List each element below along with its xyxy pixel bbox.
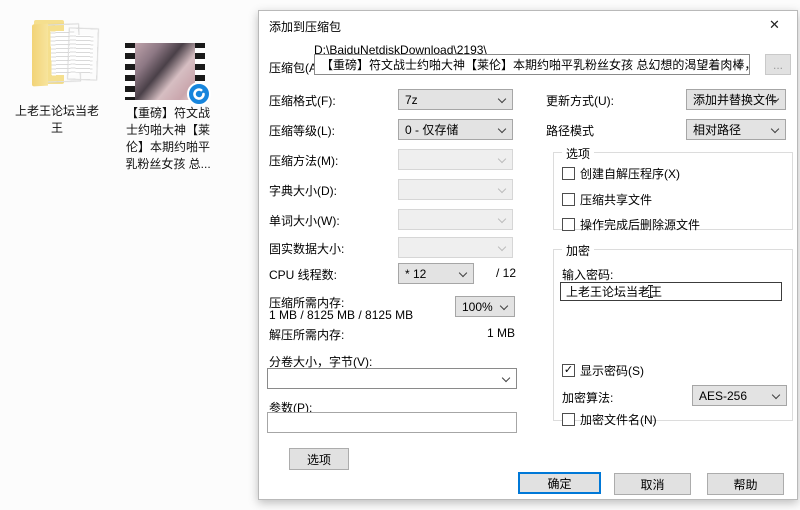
ellipsis-icon: ... — [772, 57, 783, 72]
checkbox-shared-files[interactable]: 压缩共享文件 — [562, 191, 652, 208]
chevron-down-icon — [771, 390, 781, 400]
chevron-down-icon — [497, 242, 507, 252]
solid-size-combo — [398, 237, 513, 258]
swirl-icon — [193, 88, 205, 100]
memory-percent-combo[interactable]: 100% — [455, 296, 515, 317]
word-size-label: 单词大小(W): — [269, 214, 340, 228]
add-to-archive-dialog: 添加到压缩包 ✕ 压缩包(A) D:\BaiduNetdiskDownload\… — [258, 10, 798, 500]
close-icon[interactable]: ✕ — [752, 11, 797, 39]
method-combo — [398, 149, 513, 170]
options-button[interactable]: 选项 — [289, 448, 349, 470]
cpu-threads-max: / 12 — [496, 266, 517, 280]
options-group: 选项 创建自解压程序(X) 压缩共享文件 操作完成后删除源文件 — [553, 145, 793, 233]
update-mode-label: 更新方式(U): — [546, 94, 614, 108]
algorithm-combo[interactable]: AES-256 — [692, 385, 787, 406]
method-label: 压缩方法(M): — [269, 154, 339, 168]
document-page-icon — [67, 27, 99, 81]
volume-size-combo[interactable] — [267, 368, 517, 389]
cancel-button[interactable]: 取消 — [614, 473, 691, 495]
cpu-threads-label: CPU 线程数: — [269, 268, 338, 282]
checkbox-show-password[interactable]: ✓ 显示密码(S) — [562, 362, 644, 379]
dialog-titlebar[interactable]: 添加到压缩包 ✕ — [259, 11, 797, 39]
player-badge-icon — [187, 82, 211, 106]
chevron-down-icon — [497, 124, 507, 134]
parameters-input[interactable] — [267, 412, 517, 433]
checkbox-box — [562, 413, 575, 426]
path-mode-combo[interactable]: 相对路径 — [686, 119, 786, 140]
chevron-down-icon — [501, 373, 511, 383]
chevron-down-icon — [458, 268, 468, 278]
checkbox-delete-after[interactable]: 操作完成后删除源文件 — [562, 216, 700, 233]
memory-decompress-value: 1 MB — [487, 326, 516, 340]
word-size-combo — [398, 209, 513, 230]
ok-button[interactable]: 确定 — [518, 472, 601, 494]
algorithm-label: 加密算法: — [562, 391, 614, 405]
dialog-title: 添加到压缩包 — [269, 20, 342, 34]
chevron-down-icon — [770, 124, 780, 134]
checkbox-box-checked: ✓ — [562, 364, 575, 377]
archive-name-combo[interactable]: 【重磅】符文战士约啪大神【莱伦】本期约啪平乳粉丝女孩 总幻想的渴望着肉棒，既然很 — [314, 54, 750, 75]
checkbox-create-sfx[interactable]: 创建自解压程序(X) — [562, 165, 680, 182]
encryption-group-title: 加密 — [562, 242, 595, 259]
filmstrip-left — [125, 43, 135, 100]
password-label: 输入密码: — [562, 268, 614, 282]
memory-compress-value: 1 MB / 8125 MB / 8125 MB — [269, 308, 414, 322]
folder-front — [32, 23, 48, 87]
memory-decompress-label: 解压所需内存: — [269, 328, 345, 342]
text-cursor — [648, 285, 653, 298]
chevron-down-icon — [497, 214, 507, 224]
help-button[interactable]: 帮助 — [707, 473, 784, 495]
video-file-icon[interactable] — [125, 43, 211, 106]
video-thumbnail — [135, 43, 195, 100]
options-group-title: 选项 — [562, 145, 595, 162]
dictionary-combo — [398, 179, 513, 200]
check-icon: ✓ — [563, 364, 574, 376]
checkbox-box — [562, 218, 575, 231]
folder-label: 上老王论坛当老 王 — [14, 104, 99, 135]
level-combo[interactable]: 0 - 仅存储 — [398, 119, 513, 140]
level-label: 压缩等级(L): — [269, 124, 336, 138]
chevron-down-icon — [497, 184, 507, 194]
archive-name-value: 【重磅】符文战士约啪大神【莱伦】本期约啪平乳粉丝女孩 总幻想的渴望着肉棒，既然很 — [321, 58, 750, 72]
encryption-group: 加密 输入密码: 上老王论坛当老王 ✓ 显示密码(S) 加密算法: AES-25… — [553, 242, 793, 427]
checkbox-box — [562, 167, 575, 180]
checkbox-box — [562, 193, 575, 206]
format-combo[interactable]: 7z — [398, 89, 513, 110]
chevron-down-icon — [497, 94, 507, 104]
browse-button[interactable]: ... — [765, 54, 791, 75]
path-mode-label: 路径模式 — [546, 124, 595, 138]
update-mode-combo[interactable]: 添加并替换文件 — [686, 89, 786, 110]
chevron-down-icon — [497, 154, 507, 164]
chevron-down-icon — [499, 301, 509, 311]
format-label: 压缩格式(F): — [269, 94, 336, 108]
video-label: 【重磅】符文战 士约啪大神【莱 伦】本期约啪平 乳粉丝女孩 总... — [125, 106, 211, 171]
cpu-threads-combo[interactable]: * 12 — [398, 263, 474, 284]
solid-size-label: 固实数据大小: — [269, 242, 345, 256]
folder-icon[interactable] — [28, 14, 104, 90]
checkbox-encrypt-names[interactable]: 加密文件名(N) — [562, 411, 657, 428]
password-input[interactable]: 上老王论坛当老王 — [560, 282, 782, 301]
dictionary-label: 字典大小(D): — [269, 184, 337, 198]
